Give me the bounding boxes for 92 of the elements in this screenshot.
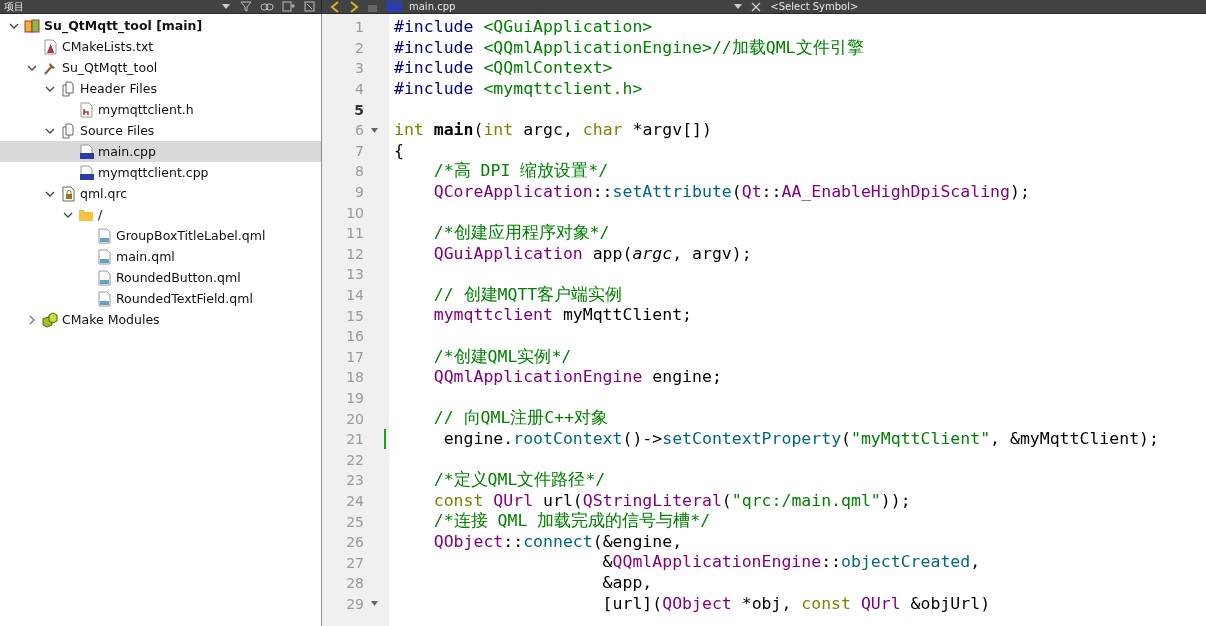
- line-number: 25: [345, 513, 364, 530]
- code-line: const QUrl url(QStringLiteral("qrc:/main.qml"));: [432, 490, 911, 510]
- line-number: 10: [345, 204, 364, 221]
- code-line: {: [394, 140, 404, 160]
- code-line: QQmlApplicationEngine engine;: [432, 367, 722, 387]
- qml-file-icon: [96, 290, 112, 307]
- code-line: &app,: [601, 573, 653, 593]
- code-line: #include <mymqttclient.h>: [394, 78, 643, 98]
- tree-item[interactable]: Su_QtMqtt_tool [main]: [0, 15, 321, 36]
- code-line: engine.rootContext()->setContextProperty("myMqttClient", &myMqttClient);: [442, 428, 1159, 448]
- tree-item[interactable]: mymqttclient.cpp: [0, 162, 321, 183]
- line-number: 27: [345, 554, 364, 571]
- back-icon[interactable]: [330, 0, 340, 13]
- caret-icon[interactable]: [222, 4, 230, 9]
- tree-item[interactable]: Su_QtMqtt_tool: [0, 57, 321, 78]
- line-number: 22: [345, 451, 364, 468]
- fold-arrow-icon[interactable]: [370, 601, 378, 607]
- line-number: 7: [354, 142, 364, 159]
- tree-item[interactable]: mymqttclient.h: [0, 99, 321, 120]
- caret-icon[interactable]: [734, 4, 743, 9]
- code-line: // 向QML注册C++对象: [432, 408, 609, 428]
- tree-item[interactable]: RoundedTextField.qml: [0, 288, 321, 309]
- code-line: /*创建应用程序对象*/: [432, 222, 610, 242]
- files-icon: [60, 122, 76, 139]
- line-number: 1: [354, 19, 364, 36]
- line-number: 29: [345, 595, 364, 612]
- triangle-file-icon: [42, 38, 58, 55]
- code-line: int main(int argc, char *argv[]): [394, 119, 712, 139]
- tree-item[interactable]: main.cpp: [0, 141, 321, 162]
- line-number: 2: [354, 39, 364, 56]
- qml-file-icon: [96, 248, 112, 265]
- code-line: QCoreApplication::setAttribute(Qt::AA_EnableHighDpiScaling);: [432, 181, 1030, 201]
- header-file-icon: [78, 101, 94, 118]
- line-number: 20: [345, 410, 364, 427]
- code-line: /*高 DPI 缩放设置*/: [432, 161, 609, 181]
- cubes-icon: [42, 311, 58, 328]
- split-icon[interactable]: [282, 1, 296, 12]
- code-line: &QQmlApplicationEngine::objectCreated,: [601, 552, 981, 572]
- line-number: 28: [345, 575, 364, 592]
- panel-title: 项目: [4, 0, 24, 13]
- tree-item[interactable]: RoundedButton.qml: [0, 267, 321, 288]
- tree-item[interactable]: qml.qrc: [0, 183, 321, 204]
- code-line: #include <QGuiApplication>: [394, 17, 653, 36]
- line-number: 14: [345, 287, 364, 303]
- tree-item[interactable]: CMake Modules: [0, 309, 321, 330]
- code-line: #include <QQmlApplicationEngine>//加载QML文件引擎: [394, 37, 864, 57]
- line-number: 16: [345, 328, 364, 345]
- line-number: 17: [345, 348, 364, 365]
- line-number: 4: [354, 81, 364, 98]
- line-number: 13: [345, 266, 364, 283]
- tree-item[interactable]: GroupBoxTitleLabel.qml: [0, 225, 321, 246]
- line-number: 9: [354, 184, 364, 201]
- line-number: 3: [354, 60, 364, 77]
- project-icon: [24, 17, 40, 34]
- qml-file-icon: [96, 269, 112, 286]
- line-number: 21: [345, 431, 364, 448]
- line-number: 23: [345, 472, 364, 489]
- qml-file-icon: [96, 227, 112, 244]
- close-icon[interactable]: [751, 1, 762, 12]
- code-line: QObject::connect(&engine,: [432, 531, 683, 551]
- line-number: 19: [345, 390, 364, 406]
- line-number: 5: [353, 101, 364, 118]
- tree-item[interactable]: Header Files: [0, 78, 321, 99]
- line-number: 8: [354, 163, 364, 180]
- code-line: [url](QObject *obj, const QUrl &objUrl): [601, 593, 991, 613]
- code-line: mymqttclient myMqttClient;: [432, 305, 693, 325]
- code-line: /*定义QML文件路径*/: [432, 470, 606, 490]
- fold-arrow-icon[interactable]: [370, 127, 378, 133]
- line-number: 15: [345, 307, 364, 324]
- tree-item[interactable]: main.qml: [0, 246, 321, 267]
- filter-icon[interactable]: [240, 1, 252, 12]
- file-tab[interactable]: main.cpp: [409, 0, 456, 13]
- line-number: 18: [345, 369, 364, 386]
- line-number: 26: [345, 534, 364, 551]
- files-icon: [60, 80, 76, 97]
- tree-item[interactable]: CMakeLists.txt: [0, 36, 321, 57]
- line-number: 12: [345, 245, 364, 262]
- line-number: 6: [354, 122, 364, 139]
- forward-icon[interactable]: [349, 0, 359, 13]
- code-line: /*创建QML实例*/: [432, 346, 572, 366]
- line-number: 24: [345, 492, 364, 509]
- symbol-selector[interactable]: <Select Symbol>: [770, 0, 859, 13]
- line-number: 11: [345, 225, 364, 242]
- code-line: // 创建MQTT客户端实例: [432, 284, 623, 304]
- link-icon[interactable]: [260, 1, 274, 12]
- tree-item[interactable]: Source Files: [0, 120, 321, 141]
- code-line: #include <QQmlContext>: [394, 58, 613, 78]
- resource-file-icon: [60, 185, 76, 202]
- tree-item[interactable]: /: [0, 204, 321, 225]
- code-line: QGuiApplication app(argc, argv);: [432, 243, 752, 263]
- close-panel-icon[interactable]: [304, 1, 315, 12]
- code-line: /*连接 QML 加载完成的信号与槽*/: [432, 511, 711, 531]
